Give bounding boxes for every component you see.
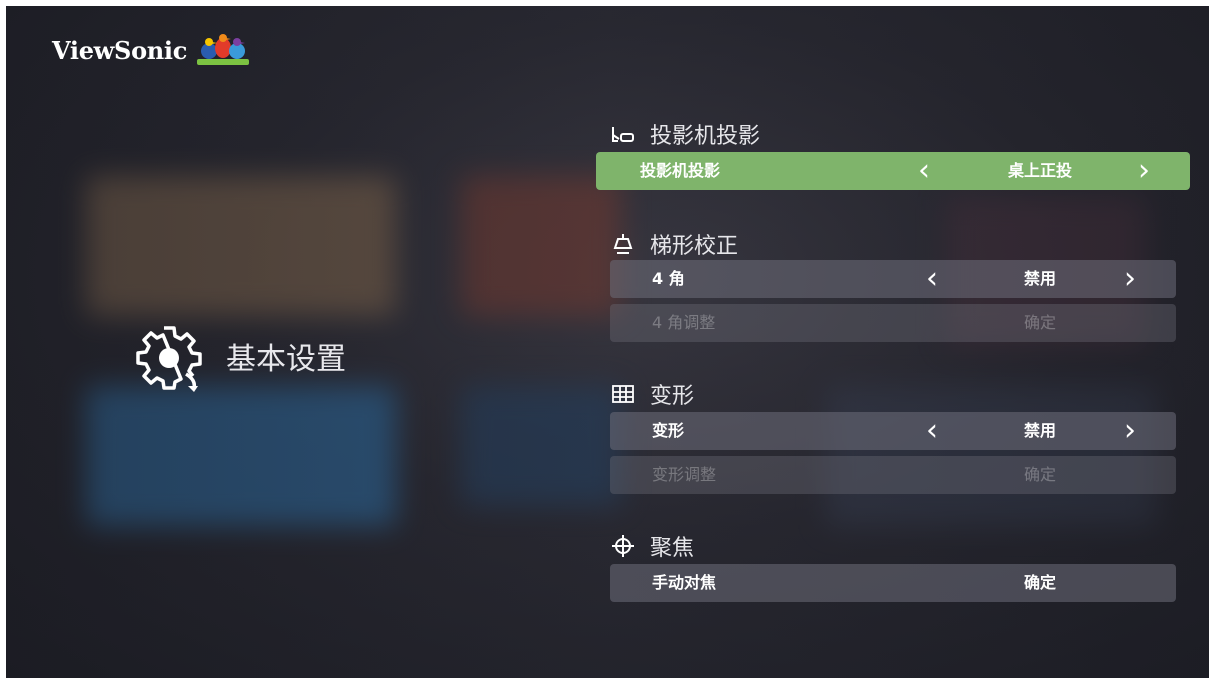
brand: ViewSonic [52, 32, 251, 68]
left-menu-basic-settings[interactable]: 基本设置 [134, 320, 346, 392]
row-value: 桌上正投 [1007, 161, 1072, 180]
section-title-focus: 聚焦 [650, 536, 695, 561]
gear-icon [136, 326, 202, 392]
left-arrow-icon[interactable]: ‹ [926, 412, 938, 450]
row-warp-adjust: 变形调整 确定 [610, 456, 1176, 494]
row-label: 4 角调整 [652, 313, 716, 332]
left-arrow-icon[interactable]: ‹ [918, 152, 930, 190]
row-value: 确定 [1023, 313, 1056, 332]
right-arrow-icon[interactable]: › [1138, 152, 1150, 190]
section-title-warp: 变形 [650, 384, 695, 409]
section-header-warp: 变形 [610, 378, 694, 410]
brand-name: ViewSonic [52, 35, 188, 65]
row-warp[interactable]: 变形 ‹ 禁用 › [610, 412, 1176, 450]
section-title-projection: 投影机投影 [650, 124, 761, 149]
projector-icon [612, 127, 634, 142]
row-label: 4 角 [652, 269, 685, 288]
section-header-projection: 投影机投影 [610, 118, 760, 150]
section-title-keystone: 梯形校正 [650, 234, 739, 259]
left-menu-title: 基本设置 [226, 342, 346, 377]
row-value: 确定 [1023, 465, 1056, 484]
right-arrow-icon[interactable]: › [1124, 412, 1136, 450]
row-value: 禁用 [1023, 269, 1056, 288]
row-value: 确定 [1023, 573, 1056, 592]
focus-crosshair-icon [612, 535, 634, 557]
row-4-corner[interactable]: 4 角 ‹ 禁用 › [610, 260, 1176, 298]
row-label: 变形 [652, 421, 685, 440]
left-arrow-icon[interactable]: ‹ [926, 260, 938, 298]
row-label: 投影机投影 [640, 161, 721, 180]
keystone-icon [613, 234, 633, 254]
section-header-focus: 聚焦 [610, 530, 694, 562]
row-label: 变形调整 [652, 465, 717, 484]
right-arrow-icon[interactable]: › [1124, 260, 1136, 298]
row-manual-focus[interactable]: 手动对焦 确定 [610, 564, 1176, 602]
projector-osd-screen: ViewSonic 基本设置 投影机投影 投影机投影 ‹ 桌上正投 › 梯形校正… [6, 6, 1209, 678]
section-header-keystone: 梯形校正 [610, 228, 738, 260]
row-projector-projection[interactable]: 投影机投影 ‹ 桌上正投 › [596, 152, 1190, 190]
warp-grid-icon [612, 385, 634, 403]
viewsonic-birds-logo-icon [197, 34, 250, 65]
row-label: 手动对焦 [652, 573, 717, 592]
row-value: 禁用 [1023, 421, 1056, 440]
row-4-corner-adjust: 4 角调整 确定 [610, 304, 1176, 342]
